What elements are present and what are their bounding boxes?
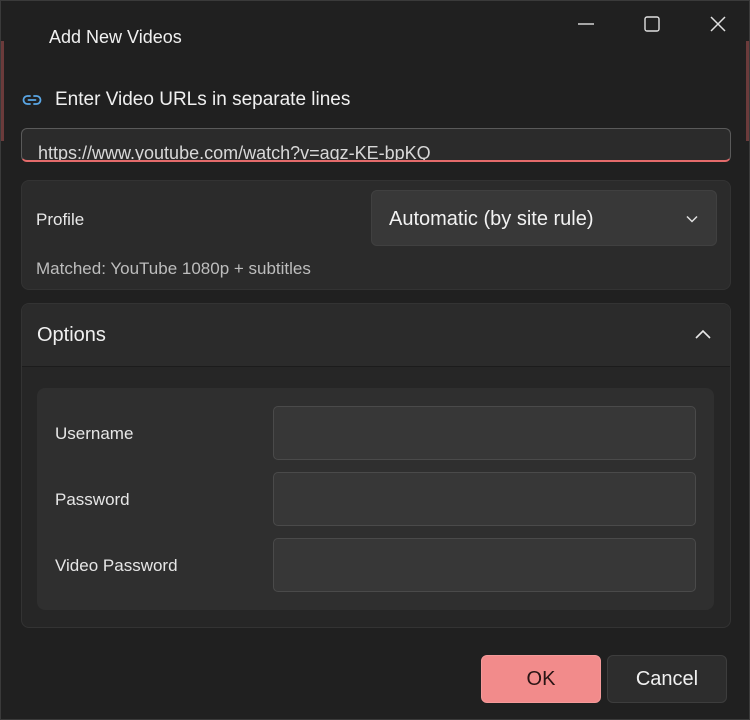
link-icon (21, 89, 43, 111)
options-content: Username Password Video Password (37, 388, 714, 610)
close-icon (710, 16, 726, 32)
video-password-label: Video Password (55, 556, 178, 575)
cancel-button[interactable]: Cancel (607, 655, 727, 703)
chevron-down-icon (686, 215, 698, 223)
username-label: Username (55, 424, 134, 443)
profile-matched-text: Matched: YouTube 1080p + subtitles (36, 259, 311, 278)
options-expander: Options Username Password Video Password (21, 303, 731, 628)
url-input-value: https://www.youtube.com/watch?v=aqz-KE-b… (38, 143, 431, 162)
options-title: Options (37, 324, 106, 346)
profile-label: Profile (36, 210, 85, 229)
chevron-up-icon (695, 329, 711, 339)
password-field[interactable] (273, 472, 696, 526)
url-input[interactable]: https://www.youtube.com/watch?v=aqz-KE-b… (21, 128, 731, 162)
video-password-field[interactable] (273, 538, 696, 592)
ok-button[interactable]: OK (481, 655, 601, 703)
password-label: Password (55, 490, 130, 509)
add-videos-dialog: Add New Videos Enter Video URLs in separ… (0, 0, 750, 720)
maximize-button[interactable] (619, 1, 685, 47)
options-header[interactable]: Options (22, 304, 730, 367)
maximize-icon (644, 16, 660, 32)
minimize-icon (578, 23, 594, 25)
title-bar[interactable]: Add New Videos (1, 1, 749, 61)
profile-dropdown-value: Automatic (by site rule) (389, 208, 594, 230)
url-label-row: Enter Video URLs in separate lines (21, 89, 350, 111)
dialog-footer: OK Cancel (1, 635, 749, 719)
url-section-label: Enter Video URLs in separate lines (55, 89, 351, 110)
minimize-button[interactable] (553, 1, 619, 47)
window-title: Add New Videos (49, 27, 182, 47)
profile-dropdown[interactable]: Automatic (by site rule) (371, 190, 717, 246)
close-button[interactable] (685, 1, 749, 47)
username-field[interactable] (273, 406, 696, 460)
profile-card: Profile Automatic (by site rule) Matched… (21, 180, 731, 290)
